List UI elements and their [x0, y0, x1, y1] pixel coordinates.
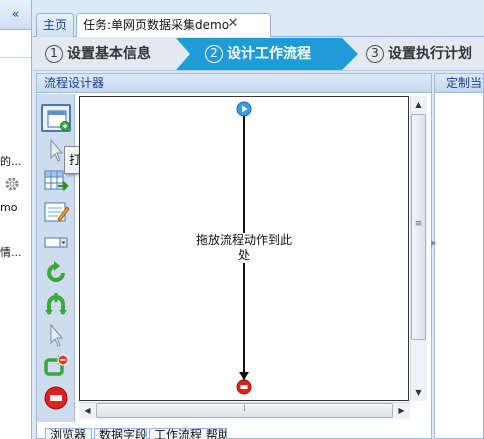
tab-workflow-help[interactable]: 工作流程 帮助: [149, 428, 227, 439]
tab-home[interactable]: 主页: [36, 13, 74, 37]
scroll-grip-icon: ≡: [414, 219, 423, 229]
drop-hint-text: 拖放流程动作到此处: [193, 233, 295, 263]
customize-panel-title: 定制当前: [434, 73, 484, 93]
tab-data-fields[interactable]: 数据字段: [94, 428, 147, 439]
stop-icon: [41, 386, 71, 415]
step-label: 设置执行计划: [388, 46, 472, 62]
scroll-grip-icon: ⁞: [243, 404, 246, 414]
step-label: 设计工作流程: [227, 46, 311, 62]
step-number: 1: [45, 45, 63, 63]
scroll-up-arrow-icon[interactable]: ▲: [411, 97, 426, 112]
mouse-over-tool[interactable]: [41, 321, 71, 349]
splitter-arrow-icon[interactable]: ▶: [431, 239, 436, 247]
step-number: 2: [205, 45, 223, 63]
start-node-icon[interactable]: [236, 101, 252, 117]
mouse-over-icon: [41, 323, 71, 352]
open-web-page-tool[interactable]: [41, 104, 71, 132]
flow-designer-title: 流程设计器: [36, 73, 432, 93]
open-web-page-icon: [43, 110, 73, 137]
left-panel-snippet[interactable]: 情...: [0, 244, 32, 260]
tab-browser[interactable]: 浏览器: [45, 428, 92, 439]
step-number: 3: [366, 45, 384, 63]
stop-tool[interactable]: [41, 384, 71, 412]
extract-data-icon: [41, 170, 71, 198]
gear-icon[interactable]: [4, 176, 20, 192]
scroll-left-arrow-icon[interactable]: ◀: [80, 403, 95, 418]
left-panel-snippet[interactable]: 的...: [0, 153, 32, 169]
scroll-right-arrow-icon[interactable]: ▶: [394, 403, 409, 418]
scroll-down-arrow-icon[interactable]: ▼: [411, 385, 426, 400]
loop-tool[interactable]: [41, 352, 71, 380]
step-design-workflow[interactable]: 2 设计工作流程: [205, 40, 311, 68]
loop-icon: [41, 354, 71, 383]
left-panel-snippet[interactable]: mo: [0, 201, 32, 214]
input-text-icon: [41, 202, 71, 229]
step-label: 设置基本信息: [67, 46, 151, 62]
left-panel-collapsed: [0, 0, 32, 439]
end-node-icon[interactable]: [236, 379, 252, 395]
step-schedule[interactable]: 3 设置执行计划: [366, 40, 472, 68]
if-condition-icon: [41, 293, 71, 321]
left-panel-divider: [0, 57, 31, 58]
tab-task[interactable]: 任务:单网页数据采集demo: [76, 13, 271, 38]
step-basic-info[interactable]: 1 设置基本信息: [45, 40, 151, 68]
close-icon[interactable]: ✕: [226, 17, 240, 31]
select-dropdown-tool[interactable]: [41, 229, 71, 257]
refresh-loop-icon: [41, 261, 71, 290]
customize-panel: [434, 73, 484, 439]
input-text-tool[interactable]: [41, 198, 71, 226]
if-condition-tool[interactable]: [41, 290, 71, 318]
refresh-loop-tool[interactable]: [41, 259, 71, 287]
select-dropdown-icon: [41, 237, 71, 260]
expand-left-panel-button[interactable]: «: [0, 0, 31, 30]
